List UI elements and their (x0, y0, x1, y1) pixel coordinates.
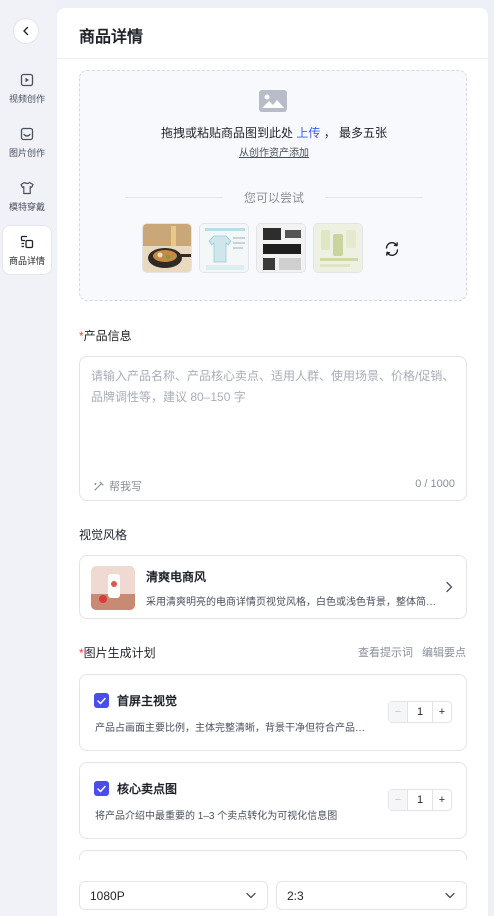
help-write-label: 帮我写 (109, 481, 142, 493)
plan-item-title: 首屏主视觉 (117, 694, 178, 708)
style-description: 采用清爽明亮的电商详情页视觉风格，白色或浅色背景，整体简洁清新 (146, 597, 436, 608)
chevron-down-icon (445, 892, 455, 899)
refresh-icon[interactable] (383, 240, 401, 258)
visual-style-selector[interactable]: 清爽电商风 采用清爽明亮的电商详情页视觉风格，白色或浅色背景，整体简洁清新 (79, 555, 467, 619)
electronics-image (257, 224, 305, 272)
main-panel: 商品详情 拖拽或粘贴商品图到此处 上传 ， 最多五张 从创作资产添加 您可以尝试 (57, 8, 488, 916)
sidebar-item-label: 模特穿戴 (8, 202, 45, 212)
plan-item-checkbox[interactable] (94, 781, 109, 796)
check-icon (97, 785, 106, 792)
quantity-value: 1 (416, 794, 424, 806)
sample-thumbnail-pan-food[interactable] (142, 223, 192, 273)
pan-food-image (143, 224, 191, 272)
view-prompt-link[interactable]: 查看提示词 (358, 647, 413, 659)
add-from-assets-link[interactable]: 从创作资产添加 (239, 148, 309, 159)
right-gutter (488, 8, 494, 916)
quantity-stepper: − 1 + (388, 789, 452, 811)
magic-pen-icon (94, 481, 104, 491)
tshirt-icon (20, 181, 34, 195)
decrement-button[interactable]: − (389, 702, 408, 722)
char-counter: 0 / 1000 (415, 478, 455, 490)
plan-item-checkbox[interactable] (94, 693, 109, 708)
sidebar-item-model[interactable]: 模特穿戴 (0, 180, 54, 213)
plan-item-title: 核心卖点图 (117, 782, 178, 796)
image-placeholder-icon (259, 90, 287, 112)
sample-thumbnail-bottles[interactable] (313, 223, 363, 273)
top-strip (0, 0, 494, 6)
try-label: 您可以尝试 (243, 191, 304, 205)
upload-instruction: 拖拽或粘贴商品图到此处 上传 ， 最多五张 (80, 124, 468, 141)
page-header: 商品详情 (57, 8, 488, 59)
plan-item: 核心卖点图 将产品介绍中最重要的 1–3 个卖点转化为可视化信息图 − 1 + (79, 762, 467, 839)
sample-thumbnail-clothing[interactable] (199, 223, 249, 273)
style-name: 清爽电商风 (146, 570, 207, 584)
video-create-icon (20, 73, 34, 87)
decrement-button[interactable]: − (389, 790, 408, 810)
quantity-value: 1 (416, 706, 424, 718)
plan-item: 首屏主视觉 产品占画面主要比例，主体完整清晰，背景干净但符合产品调性 − 1 + (79, 674, 467, 751)
clothing-detail-image (200, 224, 248, 272)
product-detail-icon (20, 235, 34, 249)
help-write-button[interactable]: 帮我写 (93, 478, 142, 494)
sample-thumbnail-electronics[interactable] (256, 223, 306, 273)
plan-item-description: 将产品介绍中最重要的 1–3 个卖点转化为可视化信息图 (95, 811, 338, 822)
upload-dropzone[interactable]: 拖拽或粘贴商品图到此处 上传 ， 最多五张 从创作资产添加 您可以尝试 (79, 70, 467, 301)
resolution-select[interactable]: 1080P (79, 881, 268, 910)
sidebar-item-label: 图片创作 (8, 148, 45, 158)
sidebar-item-label: 视频创作 (8, 94, 45, 104)
bottle-image (314, 224, 362, 272)
product-info-placeholder: 请输入产品名称、产品核心卖点、适用人群、使用场景、价格/促销、品牌调性等，建议 … (91, 369, 455, 404)
visual-style-label: 视觉风格 (79, 528, 128, 542)
upload-text-suffix: ， 最多五张 (323, 126, 388, 140)
sidebar-item-image[interactable]: 图片创作 (0, 126, 54, 159)
plan-label: *图片生成计划 (79, 644, 156, 661)
resolution-value: 1080P (90, 889, 125, 903)
product-info-label: *产品信息 (79, 327, 132, 344)
back-button[interactable] (13, 18, 39, 44)
upload-text-prefix: 拖拽或粘贴商品图到此处 (160, 126, 293, 140)
quantity-stepper: − 1 + (388, 701, 452, 723)
sidebar-item-product-detail[interactable]: 商品详情 (2, 225, 52, 275)
chevron-left-icon (23, 26, 29, 36)
aspect-ratio-value: 2:3 (287, 889, 304, 903)
sidebar-item-video[interactable]: 视频创作 (0, 72, 54, 105)
page-title: 商品详情 (79, 29, 144, 46)
aspect-ratio-select[interactable]: 2:3 (276, 881, 467, 910)
image-create-icon (20, 127, 34, 141)
section-label-text: 产品信息 (83, 329, 132, 343)
upload-link[interactable]: 上传 (296, 126, 320, 140)
sidebar-item-label: 商品详情 (8, 256, 45, 266)
check-icon (97, 697, 106, 704)
plan-item-peek (79, 850, 467, 860)
chevron-right-icon (446, 581, 453, 593)
edit-points-link[interactable]: 编辑要点 (422, 647, 466, 659)
style-thumbnail (91, 566, 135, 610)
increment-button[interactable]: + (432, 790, 451, 810)
chevron-down-icon (246, 892, 256, 899)
section-label-text: 图片生成计划 (83, 646, 156, 660)
increment-button[interactable]: + (432, 702, 451, 722)
plan-item-description: 产品占画面主要比例，主体完整清晰，背景干净但符合产品调性 (95, 723, 370, 734)
sidebar: 视频创作 图片创作 模特穿戴 商品详情 (0, 0, 56, 916)
product-info-input[interactable]: 请输入产品名称、产品核心卖点、适用人群、使用场景、价格/促销、品牌调性等，建议 … (79, 356, 467, 501)
